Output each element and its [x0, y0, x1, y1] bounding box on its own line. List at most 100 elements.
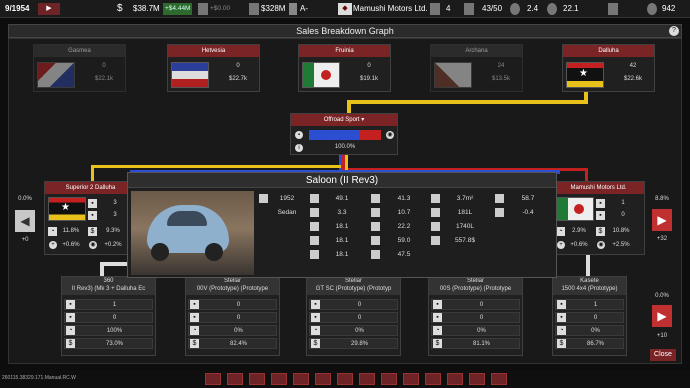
car-model: 1500 4x4 (Prototype) — [561, 286, 618, 292]
car-stat: 0 — [479, 302, 484, 308]
car-stat: 81.1% — [472, 341, 490, 347]
company-flag-icon: ◆ — [338, 3, 352, 15]
grade-label: A- — [300, 4, 308, 13]
play-button[interactable]: ▶ — [38, 3, 60, 15]
speed-icon: ◔ — [311, 326, 320, 335]
bottom-menu-button[interactable] — [315, 373, 331, 385]
bottom-menu-button[interactable] — [447, 373, 463, 385]
segment-dropdown[interactable]: Offroad Sport ▾ — [291, 114, 397, 126]
zero-delta: +$0.00 — [210, 5, 231, 12]
calendar-icon — [259, 194, 268, 203]
trend-icon — [495, 208, 504, 217]
lock-icon: ▪ — [311, 300, 320, 309]
stat-2: 43/50 — [482, 4, 503, 13]
speed-icon: ◔ — [66, 326, 75, 335]
country-stat: 0 — [102, 63, 106, 69]
bottom-menu-button[interactable] — [271, 373, 287, 385]
bottom-bar: 260115.38329.171.Manual.RC.W — [0, 370, 690, 388]
company-name: Mamushi Motors Ltd. — [553, 182, 644, 194]
country-card-gasmea[interactable]: Gasmea 0 $22.1k — [33, 44, 126, 92]
bottom-menu-button[interactable] — [337, 373, 353, 385]
arrow-right-button[interactable]: ▶ — [652, 209, 672, 231]
bottom-menu-button[interactable] — [205, 373, 221, 385]
company-stat: 2.9% — [572, 228, 586, 234]
dollar-icon: $ — [433, 339, 442, 348]
car-card[interactable]: Stellar GT SC (Prototype) (Prototyp ▪ 0 ▪ 0… — [306, 276, 401, 356]
right-share: 8.8% — [655, 196, 669, 202]
car-model: 00V (Prototype) (Prototype — [196, 286, 269, 292]
add-icon: + — [49, 241, 57, 249]
grade-icon — [289, 3, 297, 15]
car-card[interactable]: Kasete 1500 4x4 (Prototype) ▪ 1 ▪ 0 ◔ 0% $86… — [552, 276, 627, 356]
arrow-left-button[interactable]: ◀ — [15, 210, 35, 232]
country-stat: 0 — [367, 63, 371, 69]
offroad-icon — [371, 236, 380, 245]
company-stat: +0.6% — [62, 242, 80, 248]
car-brand: Stellar — [466, 278, 484, 284]
bottom-menu-button[interactable] — [293, 373, 309, 385]
car-card[interactable]: 360 II Rev3) (Mk 3 + Dalluha Ec ▪ 1 ▪ 0 ◔ 10… — [61, 276, 156, 356]
company-name[interactable]: Mamushi Motors Ltd. — [353, 3, 428, 15]
company-stat: 10.8% — [612, 228, 630, 234]
close-button[interactable]: Close — [650, 349, 676, 361]
bottom-menu-button[interactable] — [425, 373, 441, 385]
country-card-archana[interactable]: Archana 24 $13.5k — [430, 44, 523, 92]
car-brand: Kasete — [580, 278, 599, 284]
left-delta: +0 — [21, 237, 29, 243]
connector — [347, 100, 588, 104]
car-brand: 360 — [103, 278, 114, 284]
bottom-right-delta: +10 — [656, 333, 668, 339]
company-name: Superior 2 Dalluha — [45, 182, 136, 194]
version-label: 260115.38329.171.Manual.RC.W — [2, 375, 76, 381]
bottom-menu-button[interactable] — [469, 373, 485, 385]
car-stat: 0 — [357, 315, 362, 321]
company-stat: +2.5% — [612, 242, 630, 248]
bottom-menu-button[interactable] — [359, 373, 375, 385]
connector — [100, 262, 130, 266]
stat-value: 181L — [457, 209, 473, 216]
car-card[interactable]: Stellar 00V (Prototype) (Prototype ▪ 0 ▪ 0 … — [185, 276, 280, 356]
car-stat: 86.7% — [586, 341, 604, 347]
country-card-dalluha[interactable]: Dalluha ★ 42 $22.6k — [562, 44, 655, 92]
bottom-menu-button[interactable] — [227, 373, 243, 385]
car-stat: 0 — [236, 302, 241, 308]
country-card-fruinia[interactable]: Fruinia 0 $19.1k — [298, 44, 391, 92]
cargo-icon — [431, 222, 440, 231]
popup-title: Saloon (II Rev3) — [128, 173, 556, 188]
cash-delta: +$4.44M — [163, 3, 193, 15]
model-icon: ▪ — [596, 211, 605, 220]
bottom-menu-button[interactable] — [249, 373, 265, 385]
company-card-right[interactable]: Mamushi Motors Ltd. ▪ 1 ▪ 0 ◔ 2.9% $ 10.… — [552, 181, 645, 255]
bottom-right-share: 0.0% — [655, 293, 669, 299]
car-stat: 29.8% — [350, 341, 368, 347]
bottom-menu-button[interactable] — [381, 373, 397, 385]
comfort-icon — [371, 208, 380, 217]
car-stat: 0% — [477, 328, 486, 334]
target-icon: ◉ — [386, 131, 394, 139]
stat-value: 49.1 — [335, 195, 349, 202]
country-name: Archana — [431, 45, 522, 57]
car-stat: 82.4% — [229, 341, 247, 347]
country-name: Dalluha — [563, 45, 654, 57]
bottom-menu-button[interactable] — [491, 373, 507, 385]
model-icon: ▪ — [66, 313, 75, 322]
car-card[interactable]: Stellar 00S (Prototype) (Prototype ▪ 0 ▪ 0 … — [428, 276, 523, 356]
cash-label: $38.7M — [133, 4, 160, 13]
camera-icon — [608, 3, 618, 15]
car-stat: 73.0% — [105, 341, 123, 347]
country-name: Hetvesia — [168, 45, 259, 57]
chevron-down-icon: ▾ — [361, 117, 365, 123]
speed-icon: ◔ — [556, 227, 565, 236]
segment-card[interactable]: Offroad Sport ▾ ▪ ◉ i 100.0% — [290, 113, 398, 155]
car-stat: 100% — [106, 328, 123, 334]
help-button[interactable]: ? — [669, 26, 679, 36]
country-card-hetvesia[interactable]: Hetvesia 0 $22.7k — [167, 44, 260, 92]
speed-icon: ◔ — [190, 326, 199, 335]
speed-icon: ◔ — [48, 227, 57, 236]
bottom-menu-button[interactable] — [403, 373, 419, 385]
arrow-right-button-2[interactable]: ▶ — [652, 305, 672, 327]
car-stat: 1 — [112, 302, 117, 308]
stat-value: 3.3 — [337, 209, 347, 216]
company-card-left[interactable]: Superior 2 Dalluha ★ ▪ 3 ▪ 3 ◔ 11.8% $ 9… — [44, 181, 137, 255]
star-icon — [547, 3, 557, 15]
